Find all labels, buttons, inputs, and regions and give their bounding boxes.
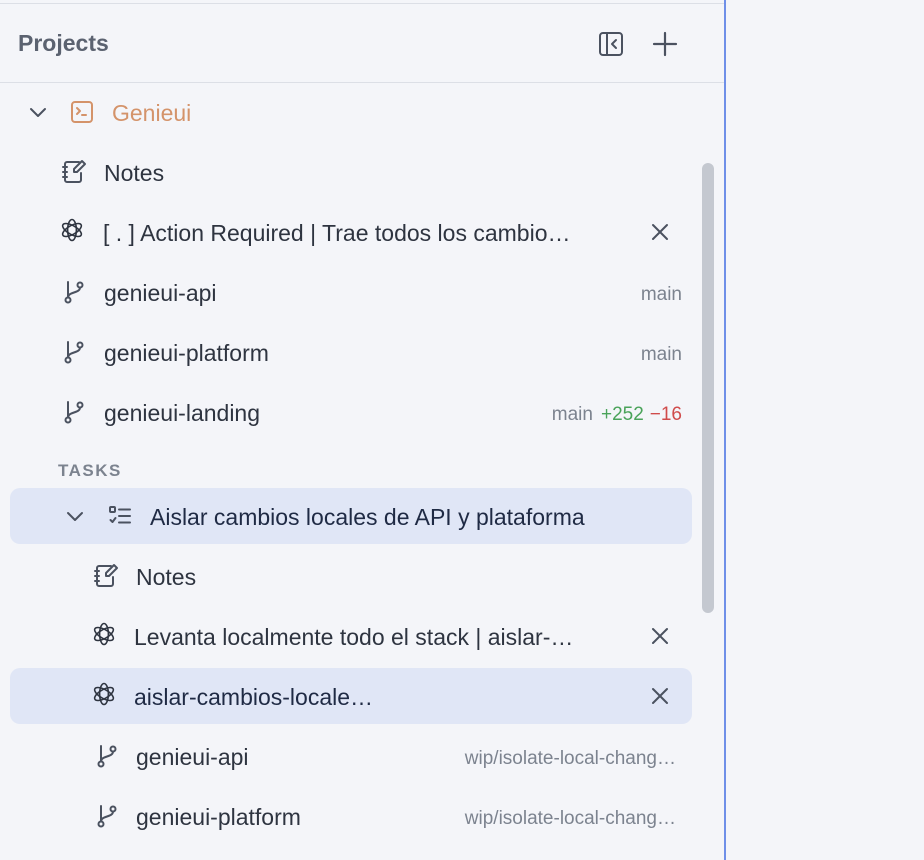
close-icon[interactable] <box>646 682 674 710</box>
notes-label: Notes <box>104 160 165 186</box>
repo-name: genieui-api <box>104 280 217 306</box>
tasks-section-label: TASKS <box>58 461 122 480</box>
sidebar-scrollbar[interactable] <box>702 163 714 613</box>
git-branch-icon <box>60 338 88 366</box>
task-row[interactable]: Aislar cambios locales de API y platafor… <box>0 488 700 544</box>
close-icon[interactable] <box>646 218 674 246</box>
task-repo-item-genieui-platform[interactable]: genieui-platform wip/isolate-local-chang… <box>0 788 700 844</box>
repo-name: genieui-platform <box>136 804 301 830</box>
terminal-icon <box>68 98 96 126</box>
collapse-sidebar-button[interactable] <box>593 26 629 62</box>
git-branch-icon <box>60 398 88 426</box>
branch-label: main <box>640 344 682 365</box>
chevron-down-icon[interactable] <box>24 98 52 126</box>
repo-name: genieui-api <box>136 744 249 770</box>
task-repo-item-genieui-api[interactable]: genieui-api wip/isolate-local-chang… <box>0 728 700 784</box>
chat-title: Levanta localmente todo el stack | aisla… <box>134 624 574 650</box>
branch-label: main <box>640 284 682 305</box>
repo-name: genieui-landing <box>104 400 261 426</box>
repo-item-genieui-landing[interactable]: genieui-landing main +252 −16 <box>0 384 700 440</box>
branch-label: wip/isolate-local-chang… <box>464 748 676 769</box>
close-icon[interactable] <box>646 622 674 650</box>
git-branch-icon <box>93 802 121 830</box>
branch-label: wip/isolate-local-chang… <box>464 808 676 829</box>
repo-name: genieui-platform <box>104 340 269 366</box>
notes-icon <box>60 158 88 186</box>
openai-icon <box>58 216 86 244</box>
collapse-sidebar-icon <box>597 30 625 58</box>
git-branch-icon <box>93 742 121 770</box>
chat-title: [ . ] Action Required | Trae todos los c… <box>103 220 571 246</box>
branch-and-diff: main +252 −16 <box>552 404 682 426</box>
diff-added-count: +252 <box>600 404 644 425</box>
sidebar-header: Projects <box>0 4 724 83</box>
plus-icon <box>651 30 679 58</box>
task-chat-item[interactable]: Levanta localmente todo el stack | aisla… <box>0 608 700 664</box>
branch-label: main <box>551 404 593 425</box>
chevron-down-icon[interactable] <box>61 502 89 530</box>
task-list-icon <box>106 502 134 530</box>
openai-icon <box>90 620 118 648</box>
projects-sidebar: Projects Genieui Notes [.] Action Requ… <box>0 0 726 860</box>
main-content-area <box>726 0 924 860</box>
chat-title: aislar-cambios-locale… <box>134 684 374 710</box>
project-row-genieui[interactable]: Genieui <box>0 84 700 140</box>
repo-item-genieui-api[interactable]: genieui-api main <box>0 264 700 320</box>
project-notes-item[interactable]: Notes <box>0 144 700 200</box>
diff-removed-count: −16 <box>649 404 682 425</box>
notes-icon <box>92 562 120 590</box>
project-name: Genieui <box>112 100 192 126</box>
repo-item-genieui-platform[interactable]: genieui-platform main <box>0 324 700 380</box>
add-project-button[interactable] <box>647 26 683 62</box>
task-notes-item[interactable]: Notes <box>0 548 700 604</box>
task-title: Aislar cambios locales de API y platafor… <box>150 504 585 530</box>
sidebar-title: Projects <box>18 30 109 56</box>
notes-label: Notes <box>136 564 197 590</box>
git-branch-icon <box>60 278 88 306</box>
openai-icon <box>90 680 118 708</box>
task-chat-item-active[interactable]: aislar-cambios-locale… <box>0 668 700 724</box>
project-chat-item[interactable]: [ . ] Action Required | Trae todos los c… <box>0 204 700 260</box>
